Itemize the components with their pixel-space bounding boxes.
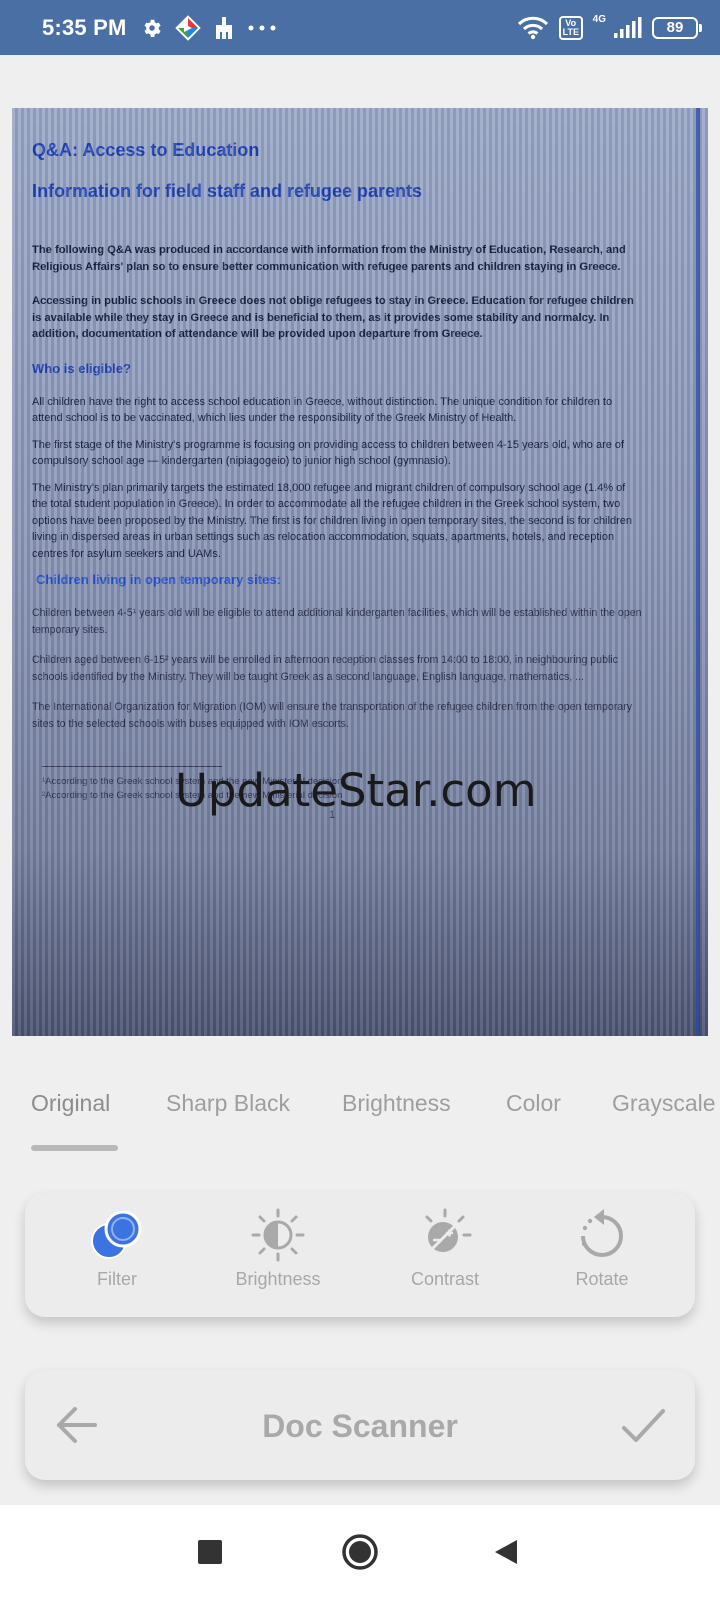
app-title: Doc Scanner (262, 1408, 458, 1444)
system-navigation-bar (0, 1505, 720, 1600)
doc-title: Q&A: Access to Education (32, 140, 260, 160)
checkmark-icon (622, 1409, 665, 1442)
document-preview[interactable]: Q&A: Access to Education Information for… (12, 108, 708, 1036)
status-bar: 5:35 PM Vo LTE 4G 89 (0, 0, 720, 55)
status-left-icons (141, 14, 277, 41)
network-type: 4G (592, 14, 606, 25)
doc-heading: Who is eligible? (32, 360, 131, 376)
doc-paragraph: The following Q&A was produced in accord… (32, 244, 626, 273)
brightness-icon (251, 1208, 305, 1262)
recents-icon (198, 1540, 222, 1564)
doc-paragraph: Accessing in public schools in Greece do… (32, 295, 634, 340)
brightness-tool-button[interactable]: Brightness (213, 1207, 343, 1290)
edit-tools-card: Filter Brightness Contrast Rotate (25, 1193, 695, 1317)
contrast-tool-button[interactable]: Contrast (380, 1207, 510, 1290)
brightness-tool-label: Brightness (235, 1269, 321, 1289)
recents-button[interactable] (197, 1539, 223, 1570)
wifi-icon (517, 16, 548, 39)
tab-grayscale[interactable]: Grayscale (612, 1090, 716, 1117)
doc-subtitle: Information for field staff and refugee … (32, 181, 423, 201)
filter-tabs: Original Sharp Black Brightness Color Gr… (0, 1078, 720, 1148)
contrast-icon (425, 1208, 472, 1253)
doc-paragraph: The first stage of the Ministry's progra… (32, 438, 625, 468)
doc-paragraph: The International Organization for Migra… (32, 701, 633, 730)
back-icon (495, 1540, 517, 1564)
status-right-icons: Vo LTE 4G 89 (517, 14, 702, 40)
doc-paragraph: The Ministry's plan primarily targets th… (32, 481, 633, 560)
paper-edge (696, 108, 700, 1036)
filter-tool-button[interactable]: Filter (52, 1207, 182, 1290)
home-icon (342, 1534, 378, 1570)
signal-icon (614, 16, 642, 38)
battery-indicator: 89 (652, 16, 702, 39)
tab-color[interactable]: Color (506, 1090, 561, 1117)
doc-paragraph: All children have the right to access sc… (32, 395, 613, 425)
contrast-tool-label: Contrast (410, 1269, 480, 1289)
play-store-icon (174, 14, 201, 41)
confirm-button[interactable] (619, 1402, 667, 1453)
tab-original[interactable]: Original (31, 1090, 110, 1117)
active-tab-indicator (31, 1145, 118, 1151)
more-dots-icon (248, 25, 276, 30)
cleaner-icon (215, 16, 232, 39)
status-time: 5:35 PM (42, 14, 127, 40)
filter-icon (91, 1210, 142, 1259)
rotate-tool-button[interactable]: Rotate (537, 1207, 667, 1290)
doc-paragraph: Children aged between 6-15² years will b… (32, 654, 618, 683)
volte-badge: Vo LTE (558, 15, 583, 40)
bottom-action-bar: Doc Scanner (25, 1370, 695, 1480)
tab-brightness[interactable]: Brightness (342, 1090, 451, 1117)
home-button[interactable] (341, 1533, 379, 1576)
gear-icon (144, 19, 161, 37)
tab-sharp-black[interactable]: Sharp Black (166, 1090, 290, 1117)
doc-heading: Children living in open temporary sites: (36, 572, 281, 587)
rotate-icon (581, 1209, 623, 1257)
filter-tool-label: Filter (97, 1269, 137, 1289)
document-text: Q&A: Access to Education Information for… (32, 140, 642, 821)
system-back-button[interactable] (493, 1538, 519, 1571)
watermark: UpdateStar.com (175, 764, 537, 817)
rotate-tool-label: Rotate (575, 1269, 629, 1289)
doc-paragraph: Children between 4-5¹ years old will be … (32, 607, 642, 636)
